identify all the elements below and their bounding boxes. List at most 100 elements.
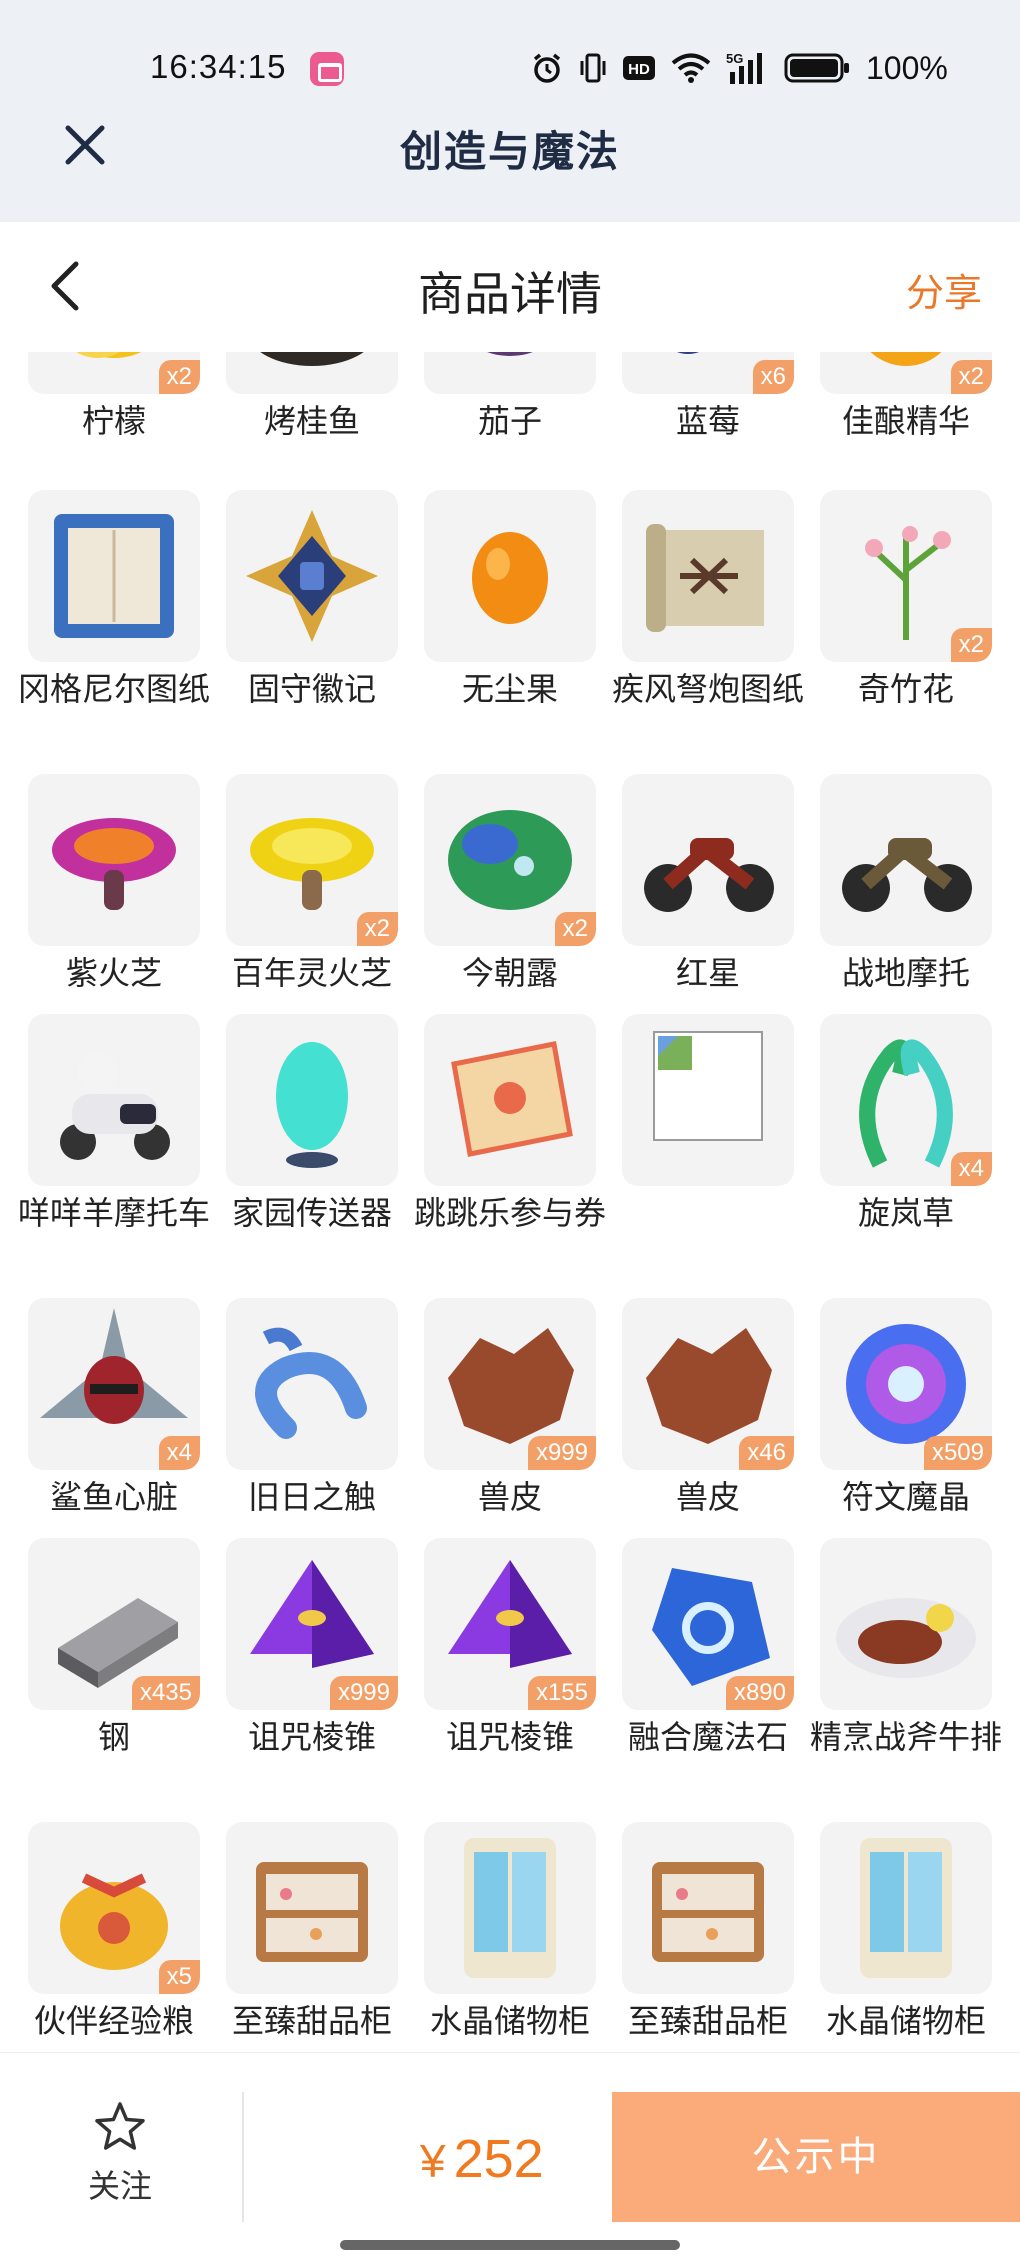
grid-item[interactable]: 精烹战斧牛排 — [810, 1538, 1002, 1798]
item-thumbnail[interactable]: x435 — [28, 1538, 200, 1710]
grid-item[interactable]: x2 佳酿精华 — [820, 352, 992, 482]
grid-item[interactable]: x4 鲨鱼心脏 — [28, 1298, 200, 1558]
grid-item[interactable] — [622, 1014, 794, 1274]
quantity-badge: x6 — [752, 360, 794, 394]
item-thumbnail[interactable] — [622, 1014, 794, 1186]
emblem-icon — [246, 510, 378, 642]
grid-item[interactable]: x2 柠檬 — [28, 352, 200, 482]
grid-item[interactable]: 固守徽记 — [226, 490, 398, 750]
scooter-icon — [60, 1052, 170, 1160]
item-thumbnail[interactable] — [424, 352, 596, 394]
page-title: 商品详情 — [418, 268, 602, 320]
item-thumbnail[interactable]: x999 — [226, 1538, 398, 1710]
item-thumbnail[interactable] — [622, 774, 794, 946]
item-thumbnail[interactable] — [226, 1298, 398, 1470]
item-thumbnail[interactable] — [226, 490, 398, 662]
item-name: 融合魔法石 — [627, 1719, 788, 1755]
grid-item[interactable]: x2 今朝露 — [424, 774, 596, 1034]
item-thumbnail[interactable]: x509 — [820, 1298, 992, 1470]
grid-item[interactable]: 疾风弩炮图纸 — [612, 490, 804, 750]
grid-item[interactable]: 家园传送器 — [226, 1014, 398, 1274]
dessert-cabinet-icon — [652, 1862, 764, 1962]
item-thumbnail[interactable]: x2 — [424, 774, 596, 946]
grid-item[interactable]: 至臻甜品柜 — [226, 1822, 398, 2052]
grid-item[interactable]: x6 蓝莓 — [622, 352, 794, 482]
publicity-button[interactable]: 公示中 — [612, 2092, 1020, 2222]
item-thumbnail[interactable] — [820, 774, 992, 946]
item-thumbnail[interactable]: x2 — [28, 352, 200, 394]
vibrate-icon — [580, 53, 606, 83]
grid-item[interactable]: 冈格尼尔图纸 — [18, 490, 210, 750]
item-thumbnail[interactable]: x2 — [820, 352, 992, 394]
item-name: 固守徽记 — [247, 671, 376, 707]
item-thumbnail[interactable] — [226, 1014, 398, 1186]
grid-item[interactable]: x2 百年灵火芝 — [226, 774, 398, 1034]
grid-item[interactable]: x999 兽皮 — [424, 1298, 596, 1558]
item-thumbnail[interactable]: x2 — [820, 490, 992, 662]
app-title: 创造与魔法 — [399, 128, 620, 175]
wifi-icon — [671, 53, 711, 83]
grid-item[interactable]: 战地摩托 — [820, 774, 992, 1034]
home-indicator — [340, 2240, 680, 2250]
item-thumbnail[interactable] — [28, 1014, 200, 1186]
item-name: 至臻甜品柜 — [231, 2003, 392, 2039]
blueprint-frame-icon — [54, 514, 174, 638]
grid-item[interactable]: x155 诅咒棱锥 — [424, 1538, 596, 1798]
currency-symbol: ¥ — [420, 2135, 446, 2187]
item-thumbnail[interactable] — [424, 490, 596, 662]
item-thumbnail[interactable] — [820, 1822, 992, 1994]
item-thumbnail[interactable]: x5 — [28, 1822, 200, 1994]
item-thumbnail[interactable]: x155 — [424, 1538, 596, 1710]
grid-item[interactable]: x4 旋岚草 — [820, 1014, 992, 1274]
item-thumbnail[interactable] — [424, 1822, 596, 1994]
item-thumbnail[interactable]: x999 — [424, 1298, 596, 1470]
item-name: 兽皮 — [477, 1479, 542, 1515]
quantity-badge: x999 — [329, 1676, 398, 1710]
grid-item[interactable]: 跳跳乐参与券 — [414, 1014, 606, 1274]
price: ¥252 — [420, 2128, 544, 2190]
grid-item[interactable]: 茄子 — [424, 352, 596, 482]
follow-button[interactable]: 关注 — [60, 2100, 180, 2207]
grid-item[interactable]: x46 兽皮 — [622, 1298, 794, 1558]
grid-item[interactable]: x999 诅咒棱锥 — [226, 1538, 398, 1798]
grid-item[interactable]: x5 伙伴经验粮 — [28, 1822, 200, 2052]
quantity-badge: x155 — [527, 1676, 596, 1710]
item-name: 咩咩羊摩托车 — [18, 1195, 211, 1231]
share-button[interactable]: 分享 — [906, 262, 982, 317]
item-name: 钢 — [97, 1719, 130, 1755]
item-thumbnail[interactable] — [820, 1538, 992, 1710]
grid-item[interactable]: 水晶储物柜 — [820, 1822, 992, 2052]
item-thumbnail[interactable]: x890 — [622, 1538, 794, 1710]
item-thumbnail[interactable] — [622, 490, 794, 662]
grid-item[interactable]: x435 钢 — [28, 1538, 200, 1798]
grid-item[interactable]: 咩咩羊摩托车 — [18, 1014, 210, 1274]
item-name: 战地摩托 — [841, 955, 970, 991]
grid-item[interactable]: 至臻甜品柜 — [622, 1822, 794, 2052]
item-thumbnail[interactable] — [622, 1822, 794, 1994]
purple-mushroom-icon — [52, 818, 176, 910]
grid-item[interactable]: x2 奇竹花 — [820, 490, 992, 750]
item-thumbnail[interactable] — [226, 352, 398, 394]
grid-item[interactable]: 红星 — [622, 774, 794, 1034]
grid-item[interactable]: 无尘果 — [424, 490, 596, 750]
item-thumbnail[interactable]: x2 — [226, 774, 398, 946]
item-thumbnail[interactable]: x46 — [622, 1298, 794, 1470]
item-thumbnail[interactable] — [424, 1014, 596, 1186]
item-thumbnail[interactable] — [226, 1822, 398, 1994]
item-name: 紫火芝 — [65, 955, 162, 991]
grid-item[interactable]: 旧日之触 — [226, 1298, 398, 1558]
item-thumbnail[interactable] — [28, 774, 200, 946]
item-thumbnail[interactable]: x6 — [622, 352, 794, 394]
item-grid[interactable]: x2 柠檬 烤桂鱼 茄子 x6 蓝莓 x2 佳酿精华 冈格尼尔图纸 固守徽记 无尘果 疾风弩炮图纸 x2… — [0, 352, 1020, 2052]
grid-item[interactable]: 紫火芝 — [28, 774, 200, 1034]
item-thumbnail[interactable]: x4 — [28, 1298, 200, 1470]
grid-item[interactable]: 烤桂鱼 — [226, 352, 398, 482]
grid-item[interactable]: x890 融合魔法石 — [622, 1538, 794, 1798]
item-name: 烤桂鱼 — [263, 403, 360, 439]
grid-item[interactable]: x509 符文魔晶 — [820, 1298, 992, 1558]
motorcycle-icon — [842, 838, 972, 912]
item-thumbnail[interactable]: x4 — [820, 1014, 992, 1186]
status-icons: HD 5G 100% — [530, 48, 948, 88]
grid-item[interactable]: 水晶储物柜 — [424, 1822, 596, 2052]
item-thumbnail[interactable] — [28, 490, 200, 662]
